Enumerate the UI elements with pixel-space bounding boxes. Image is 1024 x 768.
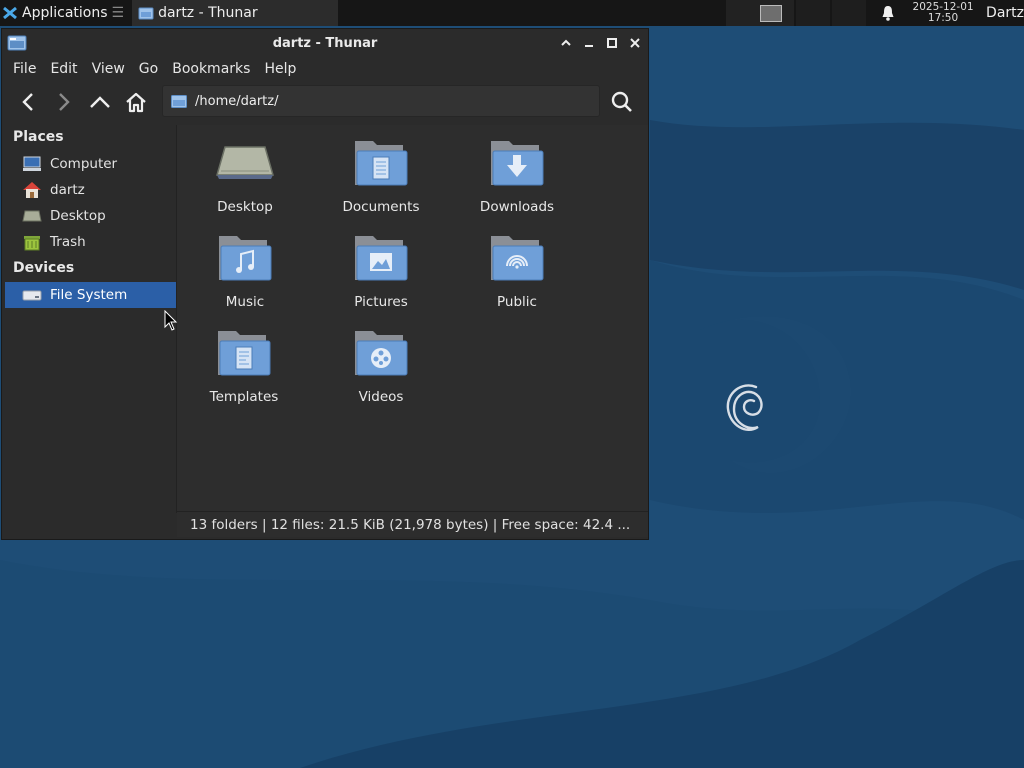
arrow-left-icon xyxy=(22,93,33,111)
sidebar-item-label: File System xyxy=(50,287,128,303)
user-menu[interactable]: Dartz xyxy=(978,0,1024,26)
sidebar-item-label: Trash xyxy=(50,234,86,250)
folder-window-icon xyxy=(138,7,154,20)
drive-icon xyxy=(22,286,42,304)
sidebar-item-computer[interactable]: Computer xyxy=(2,151,176,177)
content-area: Places Computer dartz Desktop Trash Devi… xyxy=(2,125,648,513)
arrow-right-icon xyxy=(59,93,70,111)
sidebar-item-label: dartz xyxy=(50,182,85,198)
location-bar[interactable] xyxy=(162,85,600,117)
file-item-label: Documents xyxy=(342,199,420,215)
devices-heading: Devices xyxy=(13,260,75,276)
notification-tray[interactable] xyxy=(868,0,908,26)
sidebar-item-desktop[interactable]: Desktop xyxy=(2,203,176,229)
file-item-label: Desktop xyxy=(217,199,273,215)
pictures-folder-icon xyxy=(321,226,441,290)
user-label: Dartz xyxy=(986,5,1024,21)
trash-icon xyxy=(22,233,42,251)
maximize-icon xyxy=(606,38,617,48)
workspace-switcher[interactable] xyxy=(726,0,795,26)
home-button[interactable] xyxy=(118,85,154,119)
file-item-downloads[interactable]: Downloads xyxy=(457,131,577,215)
workspace-1[interactable] xyxy=(760,4,783,22)
templates-folder-icon xyxy=(184,321,304,385)
minimize-button[interactable] xyxy=(579,34,598,52)
menu-help[interactable]: Help xyxy=(257,61,303,77)
file-item-label: Templates xyxy=(209,389,279,405)
arrow-up-icon xyxy=(90,96,110,108)
menu-view[interactable]: View xyxy=(85,61,132,77)
search-icon xyxy=(611,91,632,112)
close-icon xyxy=(629,38,640,48)
taskbar-item-thunar[interactable]: dartz - Thunar xyxy=(132,0,339,26)
sidebar-item-dartz[interactable]: dartz xyxy=(2,177,176,203)
menu-bar: File Edit View Go Bookmarks Help xyxy=(2,57,648,81)
file-item-label: Downloads xyxy=(479,199,555,215)
chevron-up-icon xyxy=(560,39,571,46)
shade-button[interactable] xyxy=(556,34,575,52)
file-view[interactable]: Desktop Documents Downloads Music Pictur… xyxy=(177,125,648,513)
applications-label: Applications xyxy=(22,5,108,21)
xfce-logo-icon xyxy=(3,6,17,20)
mouse-cursor-icon xyxy=(164,310,178,331)
location-input[interactable] xyxy=(193,92,577,110)
file-item-label: Pictures xyxy=(354,294,408,310)
window-controls xyxy=(556,34,644,52)
file-item-templates[interactable]: Templates xyxy=(184,321,304,405)
title-bar[interactable]: dartz - Thunar xyxy=(2,29,648,57)
menu-bookmarks[interactable]: Bookmarks xyxy=(165,61,257,77)
menu-file[interactable]: File xyxy=(6,61,43,77)
file-item-label: Music xyxy=(225,294,265,310)
clock-time: 17:50 xyxy=(927,12,959,24)
file-item-desktop[interactable]: Desktop xyxy=(185,131,305,215)
workspace-2[interactable] xyxy=(796,0,831,26)
documents-folder-icon xyxy=(321,131,441,195)
workspace-3[interactable] xyxy=(832,0,867,26)
taskbar-item-label: dartz - Thunar xyxy=(158,5,258,21)
file-item-music[interactable]: Music xyxy=(185,226,305,310)
file-item-videos[interactable]: Videos xyxy=(321,321,441,405)
file-item-pictures[interactable]: Pictures xyxy=(321,226,441,310)
music-folder-icon xyxy=(185,226,305,290)
status-bar: 13 folders | 12 files: 21.5 KiB (21,978 … xyxy=(177,511,648,537)
toolbar xyxy=(2,81,648,123)
bell-icon[interactable] xyxy=(881,5,895,21)
menu-go[interactable]: Go xyxy=(132,61,165,77)
videos-folder-icon xyxy=(321,321,441,385)
public-folder-icon xyxy=(457,226,577,290)
folder-icon xyxy=(171,94,187,108)
home-icon xyxy=(22,181,42,199)
sidebar: Places Computer dartz Desktop Trash Devi… xyxy=(2,125,177,513)
sidebar-item-trash[interactable]: Trash xyxy=(2,229,176,255)
maximize-button[interactable] xyxy=(602,34,621,52)
window-title: dartz - Thunar xyxy=(272,35,378,51)
sidebar-item-label: Computer xyxy=(50,156,118,172)
menu-edit[interactable]: Edit xyxy=(43,61,84,77)
minimize-icon xyxy=(584,45,593,47)
parent-folder-button[interactable] xyxy=(82,85,118,119)
forward-button[interactable] xyxy=(46,85,82,119)
file-item-public[interactable]: Public xyxy=(457,226,577,310)
desktop-folder-icon xyxy=(185,131,305,195)
search-button[interactable] xyxy=(604,85,640,119)
sidebar-item-label: Desktop xyxy=(50,208,106,224)
file-item-documents[interactable]: Documents xyxy=(321,131,441,215)
applications-menu-button[interactable]: Applications ☰ xyxy=(0,0,128,26)
sidebar-item-file-system[interactable]: File System xyxy=(5,282,176,308)
computer-icon xyxy=(22,155,42,173)
downloads-folder-icon xyxy=(457,131,577,195)
thunar-window: dartz - Thunar File Edit View Go Bookmar… xyxy=(1,28,649,540)
home-icon xyxy=(126,92,146,113)
file-item-label: Public xyxy=(497,294,537,310)
clock[interactable]: 2025-12-01 17:50 xyxy=(908,0,978,26)
places-heading: Places xyxy=(13,129,64,145)
desktop-icon xyxy=(22,207,42,225)
panel-spacer xyxy=(338,0,726,26)
menu-separator-icon: ☰ xyxy=(111,5,125,21)
back-button[interactable] xyxy=(10,85,46,119)
close-button[interactable] xyxy=(625,34,644,52)
top-panel: Applications ☰ dartz - Thunar 2025-12-01… xyxy=(0,0,1024,26)
file-item-label: Videos xyxy=(358,389,404,405)
folder-window-icon xyxy=(7,35,27,51)
